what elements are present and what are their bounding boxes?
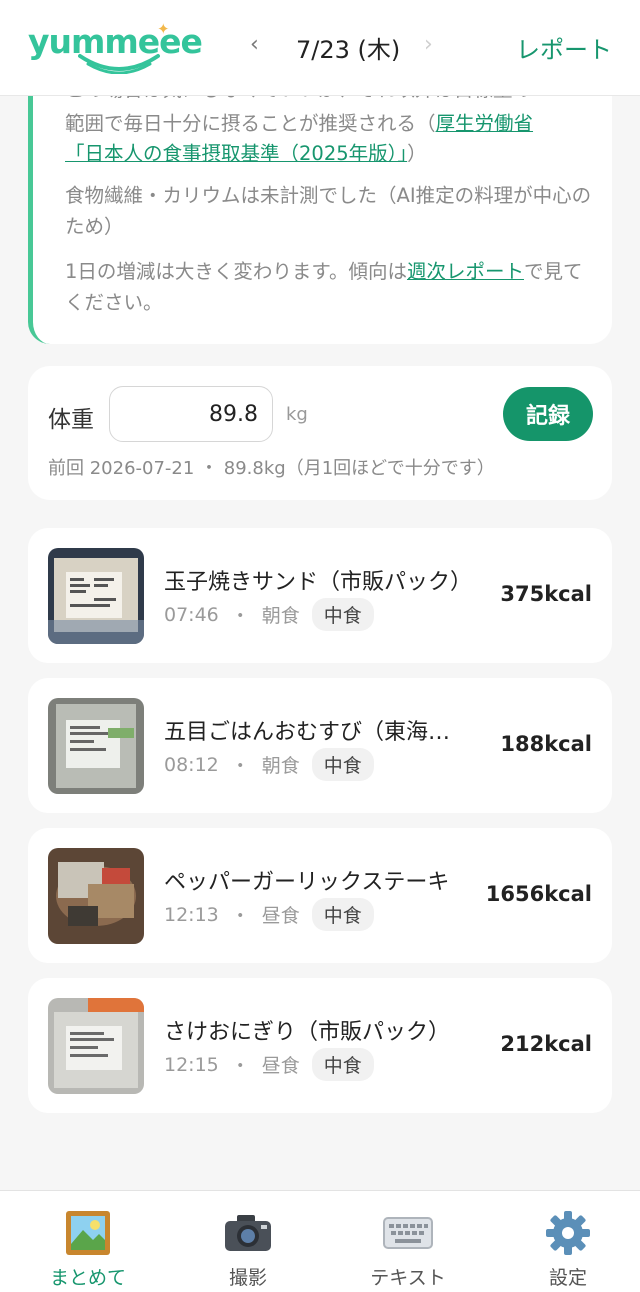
nav-settings[interactable]: 設定: [508, 1209, 628, 1290]
note-prefix: 1日の増減は大きく変わります。傾向は: [65, 260, 407, 283]
meal-card[interactable]: さけおにぎり（市販パック） 12:15 ・ 昼食 中食 212kcal: [28, 978, 612, 1113]
meal-meta: 12:13 ・ 昼食 中食: [164, 898, 374, 931]
app-header: yummeee ✦ ‹ 7/23 (木) › レポート: [0, 0, 640, 96]
previous-weight-info: 前回 2026-07-21 ・ 89.8kg（月1回ほどで十分です）: [48, 458, 495, 479]
info-line-3: 「日本人の食事摂取基準（2025年版）」）: [65, 138, 595, 169]
meal-calories: 188kcal: [500, 732, 592, 756]
meal-card[interactable]: 五目ごはんおむすび（東海… 08:12 ・ 朝食 中食 188kcal: [28, 678, 612, 813]
info-line-2: 範囲で毎日十分に摂ることが推奨される（厚生労働省: [65, 108, 595, 139]
weight-unit: kg: [286, 404, 308, 425]
meal-title: 玉子焼きサンド（市販パック）: [164, 570, 473, 595]
meta-separator: ・: [230, 1055, 250, 1077]
meal-type: 昼食: [261, 1055, 300, 1077]
info-text-prefix: 範囲で毎日十分に摂ることが推奨される（: [65, 112, 436, 135]
meal-title: ペッパーガーリックステーキ: [164, 870, 450, 895]
meal-category-tag: 中食: [311, 1048, 374, 1081]
meal-title: 五目ごはんおむすび（東海…: [164, 720, 451, 745]
info-text-suffix: ）: [407, 142, 427, 165]
keyboard-icon: [348, 1209, 468, 1257]
meal-type: 朝食: [261, 605, 300, 627]
meal-type: 朝食: [261, 755, 300, 777]
bottom-navigation: まとめて 撮影 テキスト 設定: [0, 1190, 640, 1292]
gear-icon: [508, 1209, 628, 1257]
nav-summary-label: まとめて: [49, 1267, 126, 1289]
meal-calories: 375kcal: [500, 582, 592, 606]
meal-photo: [48, 998, 144, 1094]
record-weight-button[interactable]: 記録: [503, 387, 593, 441]
meal-time: 07:46: [164, 603, 219, 626]
meta-separator: ・: [230, 605, 250, 627]
meal-card[interactable]: ペッパーガーリックステーキ 12:13 ・ 昼食 中食 1656kcal: [28, 828, 612, 963]
weekly-report-note: 1日の増減は大きく変わります。傾向は週次レポートで見てください。: [65, 256, 595, 318]
picture-icon: [28, 1209, 148, 1257]
nav-settings-label: 設定: [548, 1267, 587, 1289]
meal-meta: 12:15 ・ 昼食 中食: [164, 1048, 374, 1081]
current-date: 7/23 (木): [296, 36, 401, 64]
previous-day-button[interactable]: ‹: [250, 32, 259, 57]
meal-photo: [48, 698, 144, 794]
weight-input[interactable]: [109, 386, 273, 442]
meal-time: 12:13: [164, 903, 219, 926]
dietary-standards-link[interactable]: 「日本人の食事摂取基準（2025年版）」: [65, 142, 407, 165]
meal-type: 昼食: [261, 905, 300, 927]
sparkle-icon: ✦: [157, 20, 170, 38]
camera-icon: [188, 1209, 308, 1257]
weekly-report-link[interactable]: 週次レポート: [407, 260, 524, 283]
meal-photo: [48, 548, 144, 644]
meal-card[interactable]: 玉子焼きサンド（市販パック） 07:46 ・ 朝食 中食 375kcal: [28, 528, 612, 663]
meta-separator: ・: [230, 755, 250, 777]
meal-time: 12:15: [164, 1053, 219, 1076]
weight-label: 体重: [48, 407, 94, 433]
meal-photo: [48, 848, 144, 944]
meal-calories: 212kcal: [500, 1032, 592, 1056]
meta-separator: ・: [230, 905, 250, 927]
nav-summary[interactable]: まとめて: [28, 1209, 148, 1290]
meal-category-tag: 中食: [311, 898, 374, 931]
report-link[interactable]: レポート: [516, 30, 612, 65]
nav-text-label: テキスト: [370, 1267, 446, 1289]
meal-category-tag: 中食: [311, 598, 374, 631]
logo-smile-icon: [78, 54, 160, 74]
meal-meta: 07:46 ・ 朝食 中食: [164, 598, 374, 631]
meal-meta: 08:12 ・ 朝食 中食: [164, 748, 374, 781]
meal-calories: 1656kcal: [485, 882, 592, 906]
meal-category-tag: 中食: [311, 748, 374, 781]
meal-time: 08:12: [164, 753, 219, 776]
nav-camera-label: 撮影: [228, 1267, 267, 1289]
nav-text[interactable]: テキスト: [348, 1209, 468, 1290]
mhlw-link[interactable]: 厚生労働省: [436, 112, 534, 135]
next-day-button[interactable]: ›: [424, 32, 433, 57]
meal-title: さけおにぎり（市販パック）: [164, 1020, 451, 1045]
weight-card: 体重 kg 記録 前回 2026-07-21 ・ 89.8kg（月1回ほどで十分…: [28, 366, 612, 500]
fiber-potassium-note: 食物繊維・カリウムは未計測でした（AI推定の料理が中心のため）: [65, 184, 592, 238]
nav-camera[interactable]: 撮影: [188, 1209, 308, 1290]
